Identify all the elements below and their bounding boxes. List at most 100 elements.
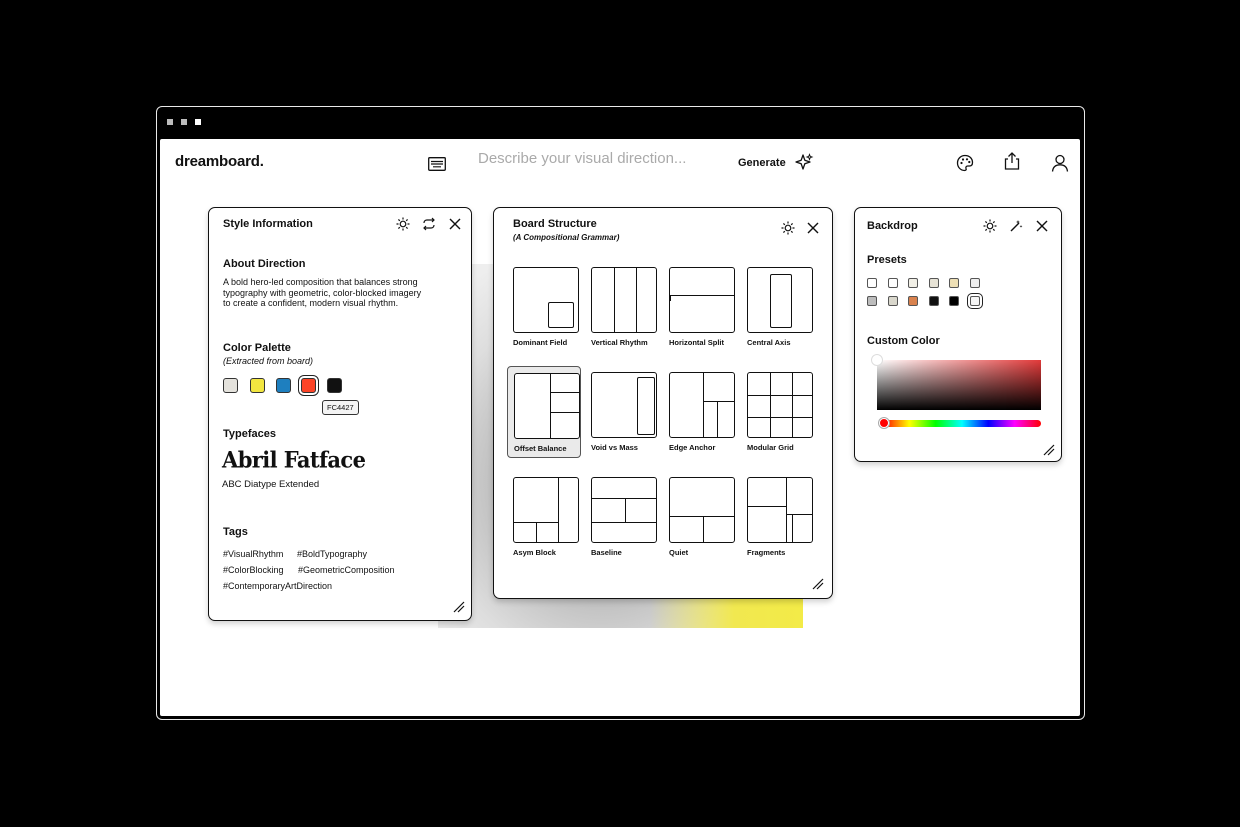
hue-handle[interactable] xyxy=(879,418,889,428)
layout-divider xyxy=(786,478,787,542)
preset-swatch[interactable] xyxy=(867,296,877,306)
layout-divider xyxy=(670,295,671,301)
layout-divider xyxy=(703,516,704,542)
layout-divider xyxy=(592,522,656,523)
app-canvas: dreamboard. Generate xyxy=(160,139,1080,716)
close-icon[interactable] xyxy=(1035,219,1049,233)
layout-option[interactable]: Horizontal Split xyxy=(663,261,737,353)
tag[interactable]: #ContemporaryArtDirection xyxy=(223,581,332,591)
layout-divider xyxy=(614,268,615,332)
layout-divider xyxy=(550,392,579,393)
resize-handle-icon[interactable] xyxy=(812,578,824,590)
sun-icon[interactable] xyxy=(983,219,997,233)
layout-divider xyxy=(536,522,537,542)
palette-swatch[interactable] xyxy=(276,378,291,393)
generate-button[interactable]: Generate xyxy=(738,153,814,173)
layout-divider xyxy=(558,478,559,542)
preset-swatch[interactable] xyxy=(949,296,959,306)
sparkle-icon xyxy=(795,153,814,170)
tag[interactable]: #BoldTypography xyxy=(297,549,367,559)
about-line: to create a confident, modern visual rhy… xyxy=(223,298,399,308)
preset-swatch[interactable] xyxy=(966,293,983,309)
keyboard-icon[interactable] xyxy=(428,157,446,171)
style-information-panel: Style Information About Direction A bold… xyxy=(208,207,472,621)
layout-option[interactable]: Vertical Rhythm xyxy=(585,261,659,353)
layout-label: Modular Grid xyxy=(747,443,794,452)
share-icon[interactable] xyxy=(1002,151,1022,171)
window-dot[interactable] xyxy=(195,119,201,125)
user-icon[interactable] xyxy=(1050,153,1070,173)
palette-subtitle: (Extracted from board) xyxy=(223,356,314,366)
layout-divider xyxy=(703,401,734,402)
layout-divider xyxy=(770,373,771,437)
preset-swatch[interactable] xyxy=(928,296,939,306)
window-dot[interactable] xyxy=(181,119,187,125)
about-heading: About Direction xyxy=(223,258,306,270)
hue-slider[interactable] xyxy=(883,420,1041,427)
board-structure-panel: Board Structure (A Compositional Grammar… xyxy=(493,207,833,599)
palette-icon[interactable] xyxy=(955,153,975,173)
close-icon[interactable] xyxy=(448,217,462,231)
layout-option[interactable]: Asym Block xyxy=(507,471,581,563)
layout-option[interactable]: Void vs Mass xyxy=(585,366,659,458)
prompt-input[interactable] xyxy=(478,150,718,167)
layout-option[interactable]: Baseline xyxy=(585,471,659,563)
layout-option[interactable]: Quiet xyxy=(663,471,737,563)
layout-divider xyxy=(770,274,792,328)
tag[interactable]: #GeometricComposition xyxy=(298,565,395,575)
layout-divider xyxy=(786,514,812,515)
layout-option[interactable]: Modular Grid xyxy=(741,366,815,458)
window-dot[interactable] xyxy=(167,119,173,125)
saturation-picker[interactable] xyxy=(877,360,1041,410)
layout-divider xyxy=(748,417,812,418)
layout-option[interactable]: Edge Anchor xyxy=(663,366,737,458)
layout-label: Vertical Rhythm xyxy=(591,338,648,347)
layout-thumbnail xyxy=(669,372,735,438)
resize-handle-icon[interactable] xyxy=(453,601,465,613)
color-tooltip: FC4427 xyxy=(322,400,359,415)
layout-divider xyxy=(550,374,551,438)
layout-divider xyxy=(636,268,637,332)
preset-swatch[interactable] xyxy=(887,296,898,306)
layout-option[interactable]: Offset Balance xyxy=(507,366,581,458)
palette-swatch[interactable] xyxy=(327,378,342,393)
refresh-icon[interactable] xyxy=(422,217,436,231)
sun-icon[interactable] xyxy=(396,217,410,231)
tag[interactable]: #VisualRhythm xyxy=(223,549,283,559)
layout-thumbnail xyxy=(591,477,657,543)
layout-option[interactable]: Central Axis xyxy=(741,261,815,353)
palette-swatch[interactable] xyxy=(298,375,319,396)
layout-label: Dominant Field xyxy=(513,338,568,347)
preset-swatch[interactable] xyxy=(867,278,877,288)
palette-heading: Color Palette xyxy=(223,342,291,354)
layout-divider xyxy=(637,377,655,435)
saturation-handle[interactable] xyxy=(871,354,883,366)
preset-swatch[interactable] xyxy=(969,278,980,288)
layout-thumbnail xyxy=(591,372,657,438)
magic-wand-icon[interactable] xyxy=(1009,219,1023,233)
typeface-primary: Abril Fatface xyxy=(222,446,366,473)
preset-swatch[interactable] xyxy=(908,296,918,306)
sun-icon[interactable] xyxy=(781,221,795,235)
app-logo[interactable]: dreamboard. xyxy=(175,153,264,170)
layout-label: Quiet xyxy=(669,548,689,557)
preset-swatch[interactable] xyxy=(908,278,918,288)
preset-swatch[interactable] xyxy=(949,278,959,288)
close-icon[interactable] xyxy=(806,221,820,235)
layout-divider xyxy=(670,295,734,296)
preset-swatch[interactable] xyxy=(887,278,898,288)
app-window: dreamboard. Generate xyxy=(156,106,1085,720)
layout-option[interactable]: Dominant Field xyxy=(507,261,581,353)
layout-label: Offset Balance xyxy=(514,444,567,453)
layout-label: Edge Anchor xyxy=(669,443,716,452)
tag[interactable]: #ColorBlocking xyxy=(223,565,284,575)
layout-option[interactable]: Fragments xyxy=(741,471,815,563)
palette-swatch[interactable] xyxy=(250,378,265,393)
custom-color-heading: Custom Color xyxy=(867,335,940,347)
layout-label: Fragments xyxy=(747,548,786,557)
about-line: A bold hero-led composition that balance… xyxy=(223,277,418,287)
palette-swatch[interactable] xyxy=(223,378,238,393)
preset-swatch[interactable] xyxy=(928,278,939,288)
panel-title: Backdrop xyxy=(867,220,918,232)
resize-handle-icon[interactable] xyxy=(1043,444,1055,456)
